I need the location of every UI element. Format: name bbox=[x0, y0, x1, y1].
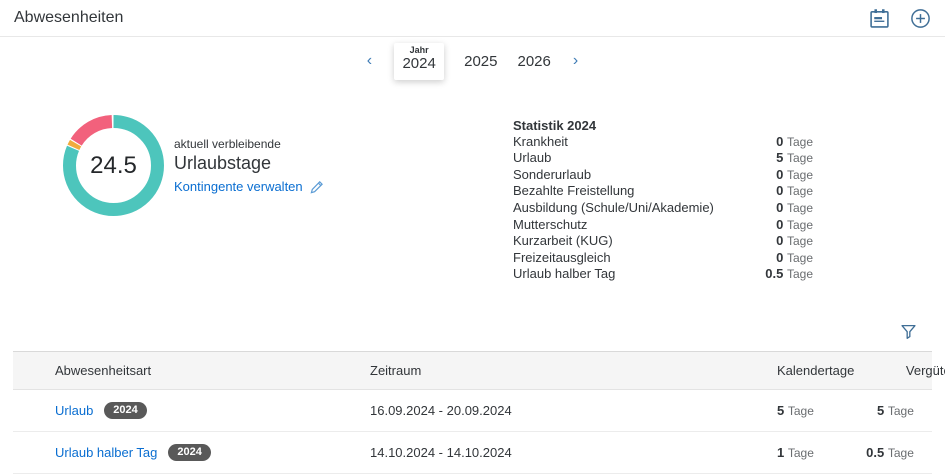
table-toolbar bbox=[0, 322, 945, 340]
edit-pencil-icon bbox=[310, 180, 324, 194]
year-tab-2026[interactable]: 2026 bbox=[518, 53, 551, 70]
stat-value: 5 bbox=[776, 150, 783, 165]
stat-unit: Tage bbox=[787, 251, 813, 265]
stat-value: 0 bbox=[776, 200, 783, 215]
stat-value: 0.5 bbox=[765, 266, 783, 281]
table-header-row: Abwesenheitsart Zeitraum Kalendertage Ve… bbox=[13, 351, 932, 390]
kalendertage-value: 1 bbox=[777, 445, 784, 460]
manage-quota-label: Kontingente verwalten bbox=[174, 179, 303, 194]
year-badge: 2024 bbox=[168, 444, 210, 461]
stat-row-ausbildung: Ausbildung (Schule/Uni/Akademie) 0 Tage bbox=[513, 200, 813, 217]
app-header: Abwesenheiten bbox=[0, 0, 945, 37]
kalendertage-value: 5 bbox=[777, 403, 784, 418]
summary-caption: aktuell verbleibende bbox=[174, 137, 324, 151]
absence-table: Abwesenheitsart Zeitraum Kalendertage Ve… bbox=[13, 351, 932, 474]
stat-row-kurzarbeit: Kurzarbeit (KUG) 0 Tage bbox=[513, 233, 813, 250]
absence-calendar-icon[interactable] bbox=[869, 8, 890, 29]
remaining-days-value: 24.5 bbox=[62, 114, 165, 217]
kalendertage-unit: Tage bbox=[788, 404, 814, 418]
stat-label: Kurzarbeit (KUG) bbox=[513, 233, 613, 250]
stat-unit: Tage bbox=[787, 201, 813, 215]
summary-title: Urlaubstage bbox=[174, 153, 324, 174]
filter-icon[interactable] bbox=[900, 322, 917, 340]
stat-unit: Tage bbox=[787, 184, 813, 198]
column-header-abwesenheitsart[interactable]: Abwesenheitsart bbox=[13, 363, 357, 378]
manage-quota-link[interactable]: Kontingente verwalten bbox=[174, 179, 324, 194]
year-tab-2025[interactable]: 2025 bbox=[464, 53, 497, 70]
stat-value: 0 bbox=[776, 217, 783, 232]
stat-row-mutterschutz: Mutterschutz 0 Tage bbox=[513, 217, 813, 234]
stat-unit: Tage bbox=[787, 218, 813, 232]
stat-label: Mutterschutz bbox=[513, 217, 587, 234]
stat-label: Freizeitausgleich bbox=[513, 250, 611, 267]
stat-row-urlaub: Urlaub 5 Tage bbox=[513, 150, 813, 167]
column-header-kalendertage[interactable]: Kalendertage bbox=[777, 363, 854, 378]
year-tab-2024-selected[interactable]: Jahr 2024 bbox=[394, 43, 444, 80]
stat-row-krankheit: Krankheit 0 Tage bbox=[513, 134, 813, 151]
stat-label: Krankheit bbox=[513, 134, 568, 151]
next-year-icon[interactable]: › bbox=[571, 53, 580, 69]
stat-unit: Tage bbox=[787, 135, 813, 149]
previous-year-icon[interactable]: ‹ bbox=[365, 53, 374, 69]
vacation-donut-chart: 24.5 bbox=[62, 114, 165, 217]
verguetet-unit: Tage bbox=[888, 446, 914, 460]
stat-unit: Tage bbox=[787, 267, 813, 281]
year-navigation: ‹ Jahr 2024 2025 2026 › bbox=[0, 39, 945, 83]
year-badge: 2024 bbox=[104, 402, 146, 419]
column-header-verguetet[interactable]: Vergütet bbox=[854, 363, 945, 378]
add-absence-icon[interactable] bbox=[910, 8, 931, 29]
stat-unit: Tage bbox=[787, 234, 813, 248]
column-header-zeitraum[interactable]: Zeitraum bbox=[357, 363, 777, 378]
stat-label: Urlaub bbox=[513, 150, 551, 167]
year-tab-caption: Jahr bbox=[402, 45, 436, 55]
stat-row-urlaub-halber-tag: Urlaub halber Tag 0.5 Tage bbox=[513, 266, 813, 283]
stat-unit: Tage bbox=[787, 151, 813, 165]
statistics-panel: Statistik 2024 Krankheit 0 Tage Urlaub 5… bbox=[513, 114, 813, 276]
stat-unit: Tage bbox=[787, 168, 813, 182]
stat-label: Sonderurlaub bbox=[513, 167, 591, 184]
stat-value: 0 bbox=[776, 183, 783, 198]
stat-row-bezahlte-freistellung: Bezahlte Freistellung 0 Tage bbox=[513, 183, 813, 200]
table-row-urlaub-halber-tag[interactable]: Urlaub halber Tag 2024 14.10.2024 - 14.1… bbox=[13, 432, 932, 474]
stat-value: 0 bbox=[776, 167, 783, 182]
summary-section: 24.5 aktuell verbleibende Urlaubstage Ko… bbox=[0, 114, 945, 276]
stat-row-freizeitausgleich: Freizeitausgleich 0 Tage bbox=[513, 250, 813, 267]
year-tab-value: 2024 bbox=[402, 55, 435, 72]
verguetet-value: 0.5 bbox=[866, 445, 884, 460]
stat-label: Ausbildung (Schule/Uni/Akademie) bbox=[513, 200, 714, 217]
stat-value: 0 bbox=[776, 134, 783, 149]
page-title: Abwesenheiten bbox=[14, 9, 123, 27]
stat-value: 0 bbox=[776, 233, 783, 248]
stat-row-sonderurlaub: Sonderurlaub 0 Tage bbox=[513, 167, 813, 184]
zeitraum-value: 14.10.2024 - 14.10.2024 bbox=[357, 445, 777, 460]
absence-type-link[interactable]: Urlaub bbox=[55, 403, 93, 418]
stat-value: 0 bbox=[776, 250, 783, 265]
zeitraum-value: 16.09.2024 - 20.09.2024 bbox=[357, 403, 777, 418]
stat-label: Urlaub halber Tag bbox=[513, 266, 615, 283]
table-row-urlaub[interactable]: Urlaub 2024 16.09.2024 - 20.09.2024 5 Ta… bbox=[13, 390, 932, 432]
absence-type-link[interactable]: Urlaub halber Tag bbox=[55, 445, 157, 460]
statistics-title: Statistik 2024 bbox=[513, 118, 813, 134]
verguetet-value: 5 bbox=[877, 403, 884, 418]
verguetet-unit: Tage bbox=[888, 404, 914, 418]
kalendertage-unit: Tage bbox=[788, 446, 814, 460]
stat-label: Bezahlte Freistellung bbox=[513, 183, 634, 200]
